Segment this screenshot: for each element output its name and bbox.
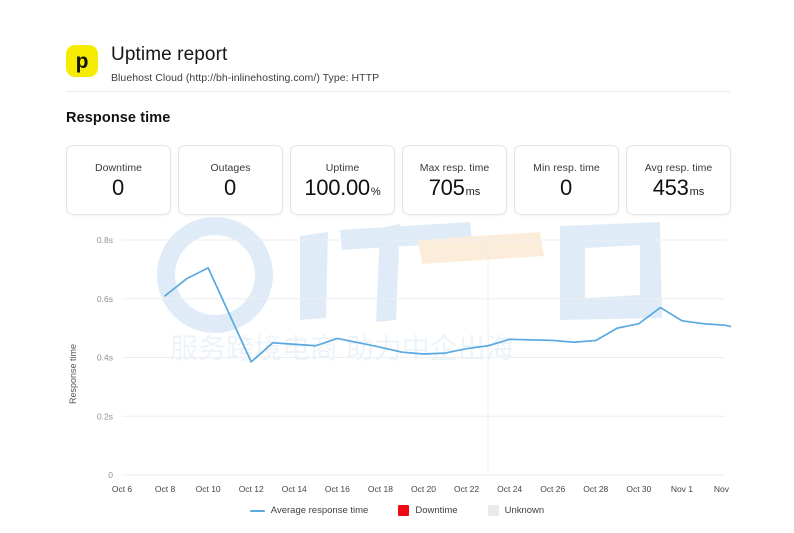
y-tick-label: 0.4s xyxy=(97,353,113,363)
y-tick-label: 0.6s xyxy=(97,294,113,304)
page-title: Uptime report xyxy=(111,44,379,66)
chart-svg: 0 0.2s 0.4s 0.6s 0.8s Oct 6 Oct 8 Oct 10 Oct 12… xyxy=(66,228,731,498)
legend-item-downtime[interactable]: Downtime xyxy=(398,505,457,516)
x-tick-label: Nov 3 xyxy=(714,484,731,494)
x-tick-label: Oct 20 xyxy=(411,484,436,494)
x-tick-label: Oct 16 xyxy=(325,484,350,494)
x-tick-label: Oct 18 xyxy=(368,484,393,494)
legend-item-average-response-time[interactable]: Average response time xyxy=(250,505,369,516)
stat-value: 100.00 xyxy=(304,177,370,199)
x-tick-label: Oct 10 xyxy=(196,484,221,494)
stat-card-min-resp-time: Min resp. time 0 xyxy=(514,145,619,215)
stat-value-wrap: 0 xyxy=(112,177,125,199)
y-tick-label: 0.8s xyxy=(97,235,113,245)
legend-square-marker xyxy=(398,505,409,516)
stat-value-wrap: 705 ms xyxy=(429,177,480,199)
stat-value-wrap: 0 xyxy=(560,177,573,199)
stat-value-wrap: 0 xyxy=(224,177,237,199)
legend-item-unknown[interactable]: Unknown xyxy=(488,505,545,516)
response-time-chart: 0 0.2s 0.4s 0.6s 0.8s Oct 6 Oct 8 Oct 10 Oct 12… xyxy=(66,228,731,498)
stat-label: Outages xyxy=(210,162,250,174)
stat-value: 0 xyxy=(560,177,572,199)
stat-label: Max resp. time xyxy=(420,162,490,174)
legend-label: Unknown xyxy=(505,505,545,516)
stats-row: Downtime 0 Outages 0 Uptime 100.00 % Max… xyxy=(66,145,731,215)
stat-label: Downtime xyxy=(95,162,142,174)
y-tick-label: 0 xyxy=(108,470,113,480)
stat-card-uptime: Uptime 100.00 % xyxy=(290,145,395,215)
x-tick-label: Oct 12 xyxy=(239,484,264,494)
y-tick-label: 0.2s xyxy=(97,411,113,421)
stat-card-downtime: Downtime 0 xyxy=(66,145,171,215)
x-tick-label: Oct 28 xyxy=(583,484,608,494)
y-axis-title: Response time xyxy=(68,344,78,404)
x-tick-label: Oct 26 xyxy=(540,484,565,494)
x-tick-label: Oct 6 xyxy=(112,484,133,494)
legend-square-marker xyxy=(488,505,499,516)
x-axis-tick-labels: Oct 6 Oct 8 Oct 10 Oct 12 Oct 14 Oct 16 Oct 18… xyxy=(112,484,731,494)
legend-label: Downtime xyxy=(415,505,457,516)
legend-label: Average response time xyxy=(271,505,369,516)
report-subtitle: Bluehost Cloud (http://bh-inlinehosting.… xyxy=(111,72,379,84)
stat-card-outages: Outages 0 xyxy=(178,145,283,215)
stat-unit: % xyxy=(371,187,381,198)
x-tick-label: Oct 24 xyxy=(497,484,522,494)
x-tick-label: Oct 8 xyxy=(155,484,176,494)
stat-value: 453 xyxy=(653,177,689,199)
section-title: Response time xyxy=(66,110,170,126)
y-axis-tick-labels: 0 0.2s 0.4s 0.6s 0.8s xyxy=(97,235,113,480)
report-page: p Uptime report Bluehost Cloud (http://b… xyxy=(0,0,794,533)
stat-card-max-resp-time: Max resp. time 705 ms xyxy=(402,145,507,215)
legend-line-marker xyxy=(250,510,265,512)
x-tick-label: Oct 22 xyxy=(454,484,479,494)
header-divider xyxy=(66,91,730,92)
series-line-average-response-time xyxy=(165,268,731,362)
stat-label: Uptime xyxy=(326,162,360,174)
stat-value: 0 xyxy=(224,177,236,199)
header-text-block: Uptime report Bluehost Cloud (http://bh-… xyxy=(111,44,379,84)
x-tick-label: Oct 14 xyxy=(282,484,307,494)
stat-unit: ms xyxy=(466,187,481,198)
stat-value-wrap: 100.00 % xyxy=(304,177,380,199)
brand-logo-icon: p xyxy=(66,45,98,77)
stat-value-wrap: 453 ms xyxy=(653,177,704,199)
report-header: p Uptime report Bluehost Cloud (http://b… xyxy=(66,44,730,84)
stat-value: 705 xyxy=(429,177,465,199)
stat-value: 0 xyxy=(112,177,124,199)
stat-unit: ms xyxy=(690,187,705,198)
x-tick-label: Nov 1 xyxy=(671,484,693,494)
stat-label: Min resp. time xyxy=(533,162,600,174)
stat-label: Avg resp. time xyxy=(645,162,713,174)
y-gridlines xyxy=(122,240,725,475)
stat-card-avg-resp-time: Avg resp. time 453 ms xyxy=(626,145,731,215)
x-tick-label: Oct 30 xyxy=(626,484,651,494)
chart-legend: Average response time Downtime Unknown xyxy=(0,505,794,516)
